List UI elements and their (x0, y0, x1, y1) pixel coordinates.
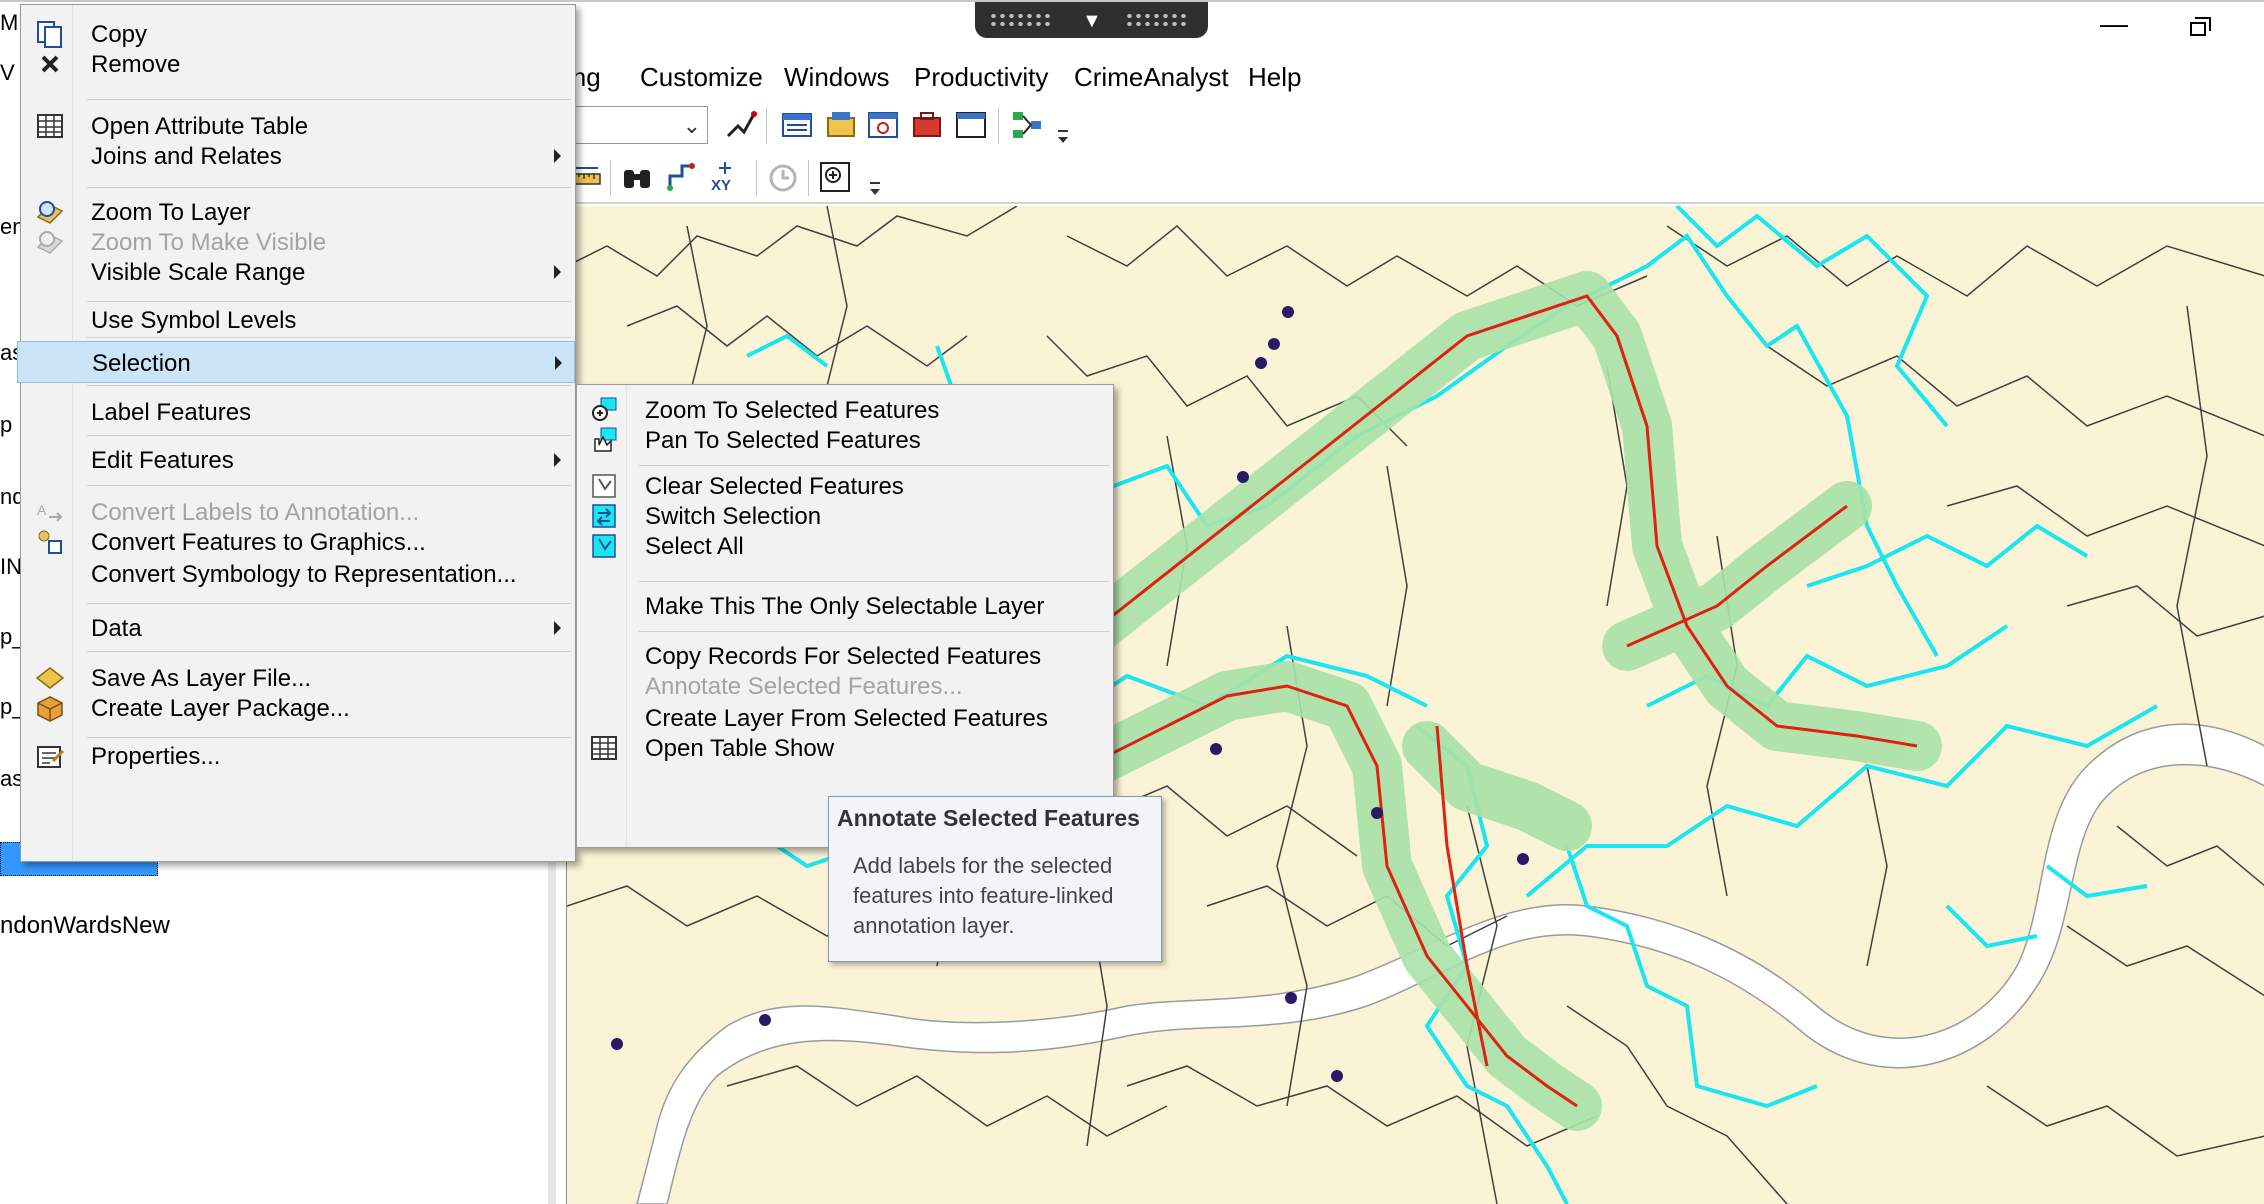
toc-label-fragment: p (0, 412, 13, 437)
menu-separator (639, 631, 1109, 632)
menu-item-label: Create Layer Package... (91, 695, 350, 722)
toc-label-fragment: V (0, 60, 15, 85)
find-route-icon[interactable] (664, 160, 698, 194)
layer-context-menu: Copy Remove Open Attribute Table Joins a… (17, 4, 576, 862)
toolbar-separator (756, 160, 757, 196)
menu-item-label: Data (91, 615, 142, 642)
tooltip-title: Annotate Selected Features (837, 805, 1140, 831)
menu-separator (87, 485, 571, 486)
menu-item-label: Remove (91, 51, 181, 78)
menu-separator (639, 581, 1109, 582)
menu-item-open-table-showing-selected[interactable]: Open Table Show (579, 727, 1111, 769)
menu-item-label: Edit Features (91, 447, 234, 474)
remote-bar-collapse-icon[interactable]: ▼ (1082, 10, 1102, 33)
submenu-arrow-icon (555, 356, 562, 370)
table-of-contents-icon[interactable] (780, 108, 814, 142)
menu-item-use-symbol-levels[interactable]: Use Symbol Levels (23, 287, 573, 334)
layer-package-icon (37, 696, 63, 722)
menu-item-joins-and-relates[interactable]: Joins and Relates (23, 135, 573, 177)
menu-item-selection[interactable]: Selection (17, 341, 575, 383)
menu-item-edit-features[interactable]: Edit Features (23, 439, 573, 481)
menu-separator (87, 651, 571, 652)
menu-item-convert-symbology-to-representation[interactable]: Convert Symbology to Representation... (23, 553, 573, 595)
toolbar-options-grip[interactable] (868, 180, 882, 202)
menu-item-label: Visible Scale Range (91, 259, 306, 286)
svg-text:A: A (37, 502, 47, 518)
submenu-arrow-icon (554, 453, 561, 467)
submenu-arrow-icon (554, 149, 561, 163)
menu-productivity[interactable]: Productivity (914, 62, 1048, 93)
toolbar-row-2: XY (560, 152, 2264, 204)
menu-item-label: Joins and Relates (91, 143, 282, 170)
menu-item-label: Make This The Only Selectable Layer (645, 593, 1045, 620)
toolbar-options-grip[interactable] (1056, 128, 1070, 150)
search-window-icon[interactable] (866, 108, 900, 142)
menu-item-label: Open Table Show (645, 735, 835, 762)
remote-session-bar[interactable]: ▼ (975, 2, 1208, 38)
arctoolbox-icon[interactable] (910, 108, 944, 142)
menu-item-label: Pan To Selected Features (645, 427, 921, 454)
menu-item-remove[interactable]: Remove (23, 43, 573, 85)
toolbar-separator (998, 108, 999, 144)
create-viewer-window-icon[interactable] (818, 160, 852, 194)
menu-item-label: Convert Symbology to Representation... (91, 561, 517, 588)
toolbar-separator (610, 160, 611, 196)
menu-separator (87, 337, 571, 338)
menu-item-label: Selection (92, 350, 191, 377)
menu-item-properties[interactable]: Properties... (23, 721, 573, 770)
menu-customize[interactable]: Customize (640, 62, 763, 93)
find-binoculars-icon[interactable] (620, 160, 654, 194)
menu-separator (87, 385, 571, 386)
menu-item-label: Properties... (91, 743, 221, 770)
menu-windows[interactable]: Windows (784, 62, 889, 93)
pan-selected-icon (594, 427, 617, 452)
menu-separator (87, 435, 571, 436)
minimize-button[interactable]: — (2096, 10, 2132, 42)
tooltip: Annotate Selected Features Add labels fo… (828, 796, 1162, 962)
toc-label-fragment: M (0, 10, 19, 35)
editor-sketch-icon[interactable] (724, 108, 758, 142)
properties-icon (37, 746, 65, 768)
catalog-icon[interactable] (824, 108, 858, 142)
menu-separator (87, 99, 571, 100)
select-all-icon (592, 534, 616, 558)
scale-combo[interactable]: ⌄ (560, 106, 708, 144)
submenu-arrow-icon (554, 621, 561, 635)
menu-separator (87, 187, 571, 188)
menu-item-label-features[interactable]: Label Features (23, 391, 573, 433)
menu-item-label: Use Symbol Levels (91, 307, 297, 334)
time-slider-icon[interactable] (766, 160, 800, 194)
model-builder-icon[interactable] (1010, 108, 1044, 142)
menu-separator (87, 603, 571, 604)
chevron-down-icon: ⌄ (682, 113, 701, 138)
remote-bar-grip-right (1125, 12, 1189, 28)
tooltip-body: Add labels for the selected features int… (853, 853, 1114, 938)
menu-item-label: Label Features (91, 399, 252, 426)
menu-help[interactable]: Help (1248, 62, 1301, 93)
menu-item-select-all[interactable]: Select All (579, 515, 1111, 560)
menu-item-data[interactable]: Data (23, 607, 573, 649)
submenu-arrow-icon (554, 265, 561, 279)
python-window-icon[interactable] (954, 108, 988, 142)
restore-button[interactable] (2186, 14, 2216, 44)
toolbar-row-1: ⌄ (560, 100, 2264, 152)
toolbar-separator (808, 160, 809, 196)
toc-layer-name[interactable]: ndonWardsNew (0, 912, 170, 940)
remote-bar-grip-left (989, 12, 1053, 28)
selection-submenu: Zoom To Selected Features Pan To Selecte… (576, 384, 1114, 848)
menu-item-make-only-selectable[interactable]: Make This The Only Selectable Layer (579, 585, 1111, 627)
toc-label-fragment: IN (0, 554, 22, 579)
go-to-xy-icon[interactable]: XY (708, 160, 742, 194)
remove-icon (41, 55, 59, 73)
svg-text:XY: XY (711, 177, 731, 194)
table-icon (591, 736, 617, 760)
menu-crimeanalyst[interactable]: CrimeAnalyst (1074, 62, 1229, 93)
menu-item-label: Select All (645, 533, 744, 560)
toolbar-separator (766, 108, 767, 144)
